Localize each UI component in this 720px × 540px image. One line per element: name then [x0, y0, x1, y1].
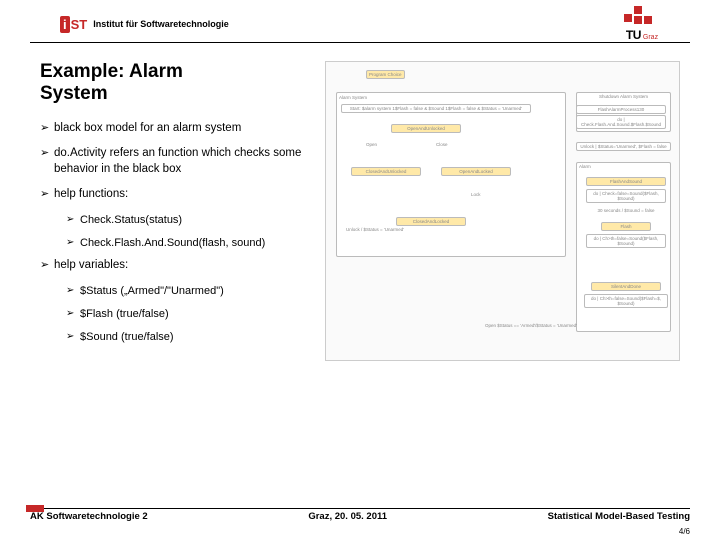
diag-unlock-label: Unlock / $Status = 'Unarmed': [346, 227, 404, 232]
bullet-1: black box model for an alarm system: [40, 121, 310, 137]
diag-closed-locked: ClosedAndLocked: [396, 217, 466, 226]
logo-i: i: [60, 16, 70, 33]
diag-do-check1: do | Check=false=Sound($Flash, $Sound): [586, 189, 666, 203]
text-column: Example: Alarm System black box model fo…: [40, 61, 310, 361]
slide-header: i ST Institut für Softwaretechnologie TU…: [30, 0, 690, 43]
tu-shape-icon: [624, 6, 660, 28]
diag-shutdown-label: Shutdown Alarm System: [579, 94, 668, 99]
diag-program-choice: Program Choice: [366, 70, 405, 79]
diag-silent: SilentAndDone: [591, 282, 661, 291]
diag-start-action: Start: $alarm system 1$Flash = false & $…: [341, 104, 531, 113]
bullet-3b: Check.Flash.And.Sound(flash, sound): [40, 236, 310, 251]
bullet-2: do.Activity refers an function which che…: [40, 146, 310, 177]
tu-graz: Graz: [643, 34, 658, 41]
slide-content: Example: Alarm System black box model fo…: [0, 43, 720, 361]
diag-open-locked: OpenAndLocked: [441, 167, 511, 176]
diag-close-label: Close: [436, 142, 448, 147]
footer-left: AK Softwaretechnologie 2: [30, 511, 148, 522]
ist-logo: i ST: [60, 16, 87, 33]
state-diagram: Program Choice Alarm System Start: $alar…: [325, 61, 680, 361]
page-number: 4/6: [679, 527, 690, 536]
diag-do-check3: do | Ch>th=false=Sound($Flash=$, $Sound): [584, 294, 668, 308]
diag-alarm-label: Alarm: [579, 164, 591, 169]
slide-title: Example: Alarm System: [40, 61, 310, 105]
diag-do-check2: do | Ch>th=false=Sound($Flash, $Sound): [586, 234, 666, 248]
diag-open-unlocked: OpenAndUnlocked: [391, 124, 461, 133]
title-line-2: System: [40, 83, 108, 104]
tu-logo: TU Graz: [624, 6, 660, 42]
diag-flash: Flash: [601, 222, 651, 231]
tu-text: TU: [626, 28, 641, 42]
footer-center: Graz, 20. 05. 2011: [308, 511, 387, 522]
footer-right: Statistical Model-Based Testing: [548, 511, 690, 522]
diag-open-label: Open: [366, 142, 377, 147]
diag-flash-proc: FlashAlarmProcess130: [576, 105, 666, 114]
diag-lock-label: Lock: [471, 192, 481, 197]
title-line-1: Example: Alarm: [40, 61, 183, 82]
footer-line: AK Softwaretechnologie 2 Graz, 20. 05. 2…: [30, 508, 690, 522]
diag-closed-unlocked: ClosedAndUnlocked: [351, 167, 421, 176]
slide-footer: AK Softwaretechnologie 2 Graz, 20. 05. 2…: [30, 508, 690, 522]
bullet-4: help variables:: [40, 258, 310, 274]
header-left: i ST Institut für Softwaretechnologie: [60, 16, 229, 33]
diag-unlock2: Unlock | $Status='Unarmed', $Flash = fal…: [576, 142, 671, 151]
diag-open-status: Open $Status == 'Armed'/$Status = 'Unarm…: [476, 322, 586, 329]
diag-thirty: 30 seconds / $Sound = false: [586, 207, 666, 214]
bullet-3a: Check.Status(status): [40, 213, 310, 228]
diag-alarm-system-label: Alarm System: [339, 95, 367, 100]
bullet-4a: $Status („Armed"/"Unarmed"): [40, 284, 310, 299]
diag-flash-sound: FlashAndSound: [586, 177, 666, 186]
diag-check-flash: do | Check.Flash.And.Sound.$Flash.$Sound: [576, 115, 666, 129]
bullet-3: help functions:: [40, 187, 310, 203]
bullet-4c: $Sound (true/false): [40, 330, 310, 345]
bullet-4b: $Flash (true/false): [40, 307, 310, 322]
footer-red-accent: [26, 505, 44, 512]
institut-name: Institut für Softwaretechnologie: [93, 19, 229, 29]
logo-st: ST: [71, 17, 88, 32]
